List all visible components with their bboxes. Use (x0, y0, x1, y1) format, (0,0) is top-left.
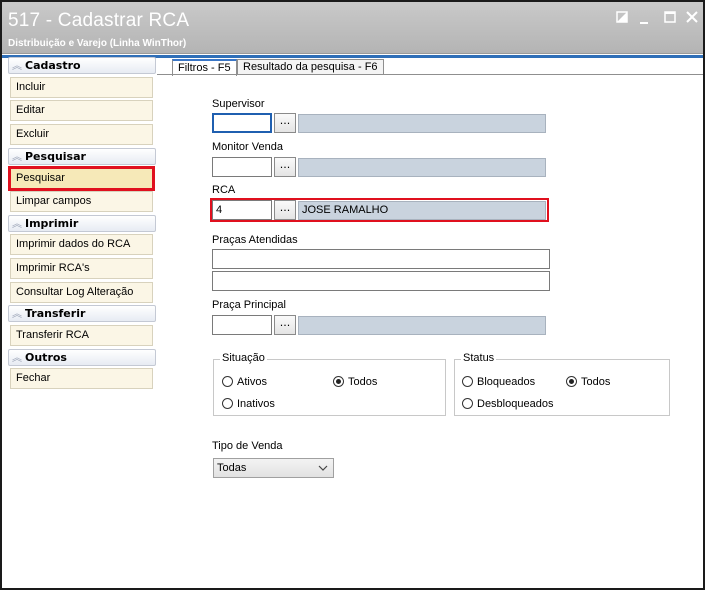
section-header-cadastro[interactable]: ︽ Cadastro (8, 57, 156, 74)
radio-status-bloqueados[interactable]: Bloqueados (462, 376, 535, 389)
radio-unchecked-icon (222, 398, 233, 409)
situacao-title: Situação (220, 352, 267, 364)
rca-lookup-button[interactable]: ... (274, 200, 296, 220)
sidebar-item-excluir[interactable]: Excluir (10, 124, 153, 145)
chevron-up-icon: ︽ (12, 353, 22, 364)
chevron-up-icon: ︽ (12, 61, 22, 72)
radio-label: Todos (348, 376, 378, 388)
radio-label: Desbloqueados (477, 398, 554, 410)
section-title: Imprimir (25, 217, 79, 230)
chevron-up-icon: ︽ (12, 219, 22, 230)
radio-status-todos[interactable]: Todos (566, 376, 610, 389)
praca-principal-label: Praça Principal (212, 299, 286, 311)
window-title: 517 - Cadastrar RCA (8, 10, 190, 31)
radio-situacao-todos[interactable]: Todos (333, 376, 377, 389)
pracas-atendidas-input-1[interactable] (212, 249, 550, 269)
status-group: Status Bloqueados Todos Desbloqueados (454, 352, 670, 416)
radio-label: Bloqueados (477, 376, 536, 388)
chevron-down-icon (318, 459, 328, 484)
rca-label: RCA (212, 184, 236, 196)
sidebar-item-pesquisar[interactable]: Pesquisar (8, 166, 155, 191)
close-icon[interactable] (686, 10, 698, 26)
monitor-code-input[interactable] (212, 157, 272, 177)
title-bar[interactable]: 517 - Cadastrar RCA Distribuição e Varej… (2, 2, 703, 54)
section-header-imprimir[interactable]: ︽ Imprimir (8, 215, 156, 232)
radio-checked-icon (333, 376, 344, 387)
radio-unchecked-icon (462, 398, 473, 409)
radio-label: Inativos (237, 398, 275, 410)
radio-unchecked-icon (462, 376, 473, 387)
sidebar-item-fechar[interactable]: Fechar (10, 368, 153, 389)
supervisor-code-input[interactable] (212, 113, 272, 133)
section-title: Outros (25, 351, 67, 364)
tab-strip-border (157, 74, 703, 75)
section-header-outros[interactable]: ︽ Outros (8, 349, 156, 366)
sidebar-item-consultar-log[interactable]: Consultar Log Alteração (10, 282, 153, 303)
radio-checked-icon (566, 376, 577, 387)
maximize-icon[interactable] (664, 10, 676, 26)
radio-situacao-inativos[interactable]: Inativos (222, 398, 275, 411)
radio-unchecked-icon (222, 376, 233, 387)
monitor-label: Monitor Venda (212, 141, 283, 153)
restore-icon[interactable] (616, 10, 628, 26)
minimize-icon[interactable] (640, 12, 650, 28)
tipo-venda-value: Todas (217, 462, 247, 474)
radio-label: Todos (581, 376, 611, 388)
section-title: Pesquisar (25, 150, 86, 163)
tab-resultado-pesquisa[interactable]: Resultado da pesquisa - F6 (237, 59, 384, 75)
section-header-pesquisar[interactable]: ︽ Pesquisar (8, 148, 156, 165)
section-title: Transferir (25, 307, 86, 320)
sidebar-item-incluir[interactable]: Incluir (10, 77, 153, 98)
pracas-atendidas-label: Praças Atendidas (212, 234, 298, 246)
radio-label: Ativos (237, 376, 267, 388)
tipo-venda-label: Tipo de Venda (212, 440, 283, 452)
sidebar-item-transferir-rca[interactable]: Transferir RCA (10, 325, 153, 346)
supervisor-lookup-button[interactable]: ... (274, 113, 296, 133)
supervisor-label: Supervisor (212, 98, 265, 110)
sidebar-item-imprimir-dados[interactable]: Imprimir dados do RCA (10, 234, 153, 255)
praca-principal-lookup-button[interactable]: ... (274, 315, 296, 335)
situacao-group: Situação Ativos Todos Inativos (213, 352, 446, 416)
chevron-up-icon: ︽ (12, 152, 22, 163)
section-title: Cadastro (25, 59, 81, 72)
main-window: 517 - Cadastrar RCA Distribuição e Varej… (0, 0, 705, 590)
praca-principal-description (298, 316, 546, 335)
tipo-venda-select[interactable]: Todas (213, 458, 334, 478)
chevron-up-icon: ︽ (12, 309, 22, 320)
pracas-atendidas-input-2[interactable] (212, 271, 550, 291)
sidebar-item-imprimir-rcas[interactable]: Imprimir RCA's (10, 258, 153, 279)
monitor-lookup-button[interactable]: ... (274, 157, 296, 177)
radio-situacao-ativos[interactable]: Ativos (222, 376, 267, 389)
monitor-description (298, 158, 546, 177)
radio-status-desbloqueados[interactable]: Desbloqueados (462, 398, 553, 411)
window-subtitle: Distribuição e Varejo (Linha WinThor) (8, 38, 187, 49)
section-header-transferir[interactable]: ︽ Transferir (8, 305, 156, 322)
status-title: Status (461, 352, 497, 364)
sidebar-item-editar[interactable]: Editar (10, 100, 153, 121)
rca-code-input[interactable]: 4 (212, 200, 272, 220)
praca-principal-code-input[interactable] (212, 315, 272, 335)
supervisor-description (298, 114, 546, 133)
rca-description: JOSE RAMALHO (298, 201, 546, 220)
sidebar-item-limpar-campos[interactable]: Limpar campos (10, 191, 153, 212)
